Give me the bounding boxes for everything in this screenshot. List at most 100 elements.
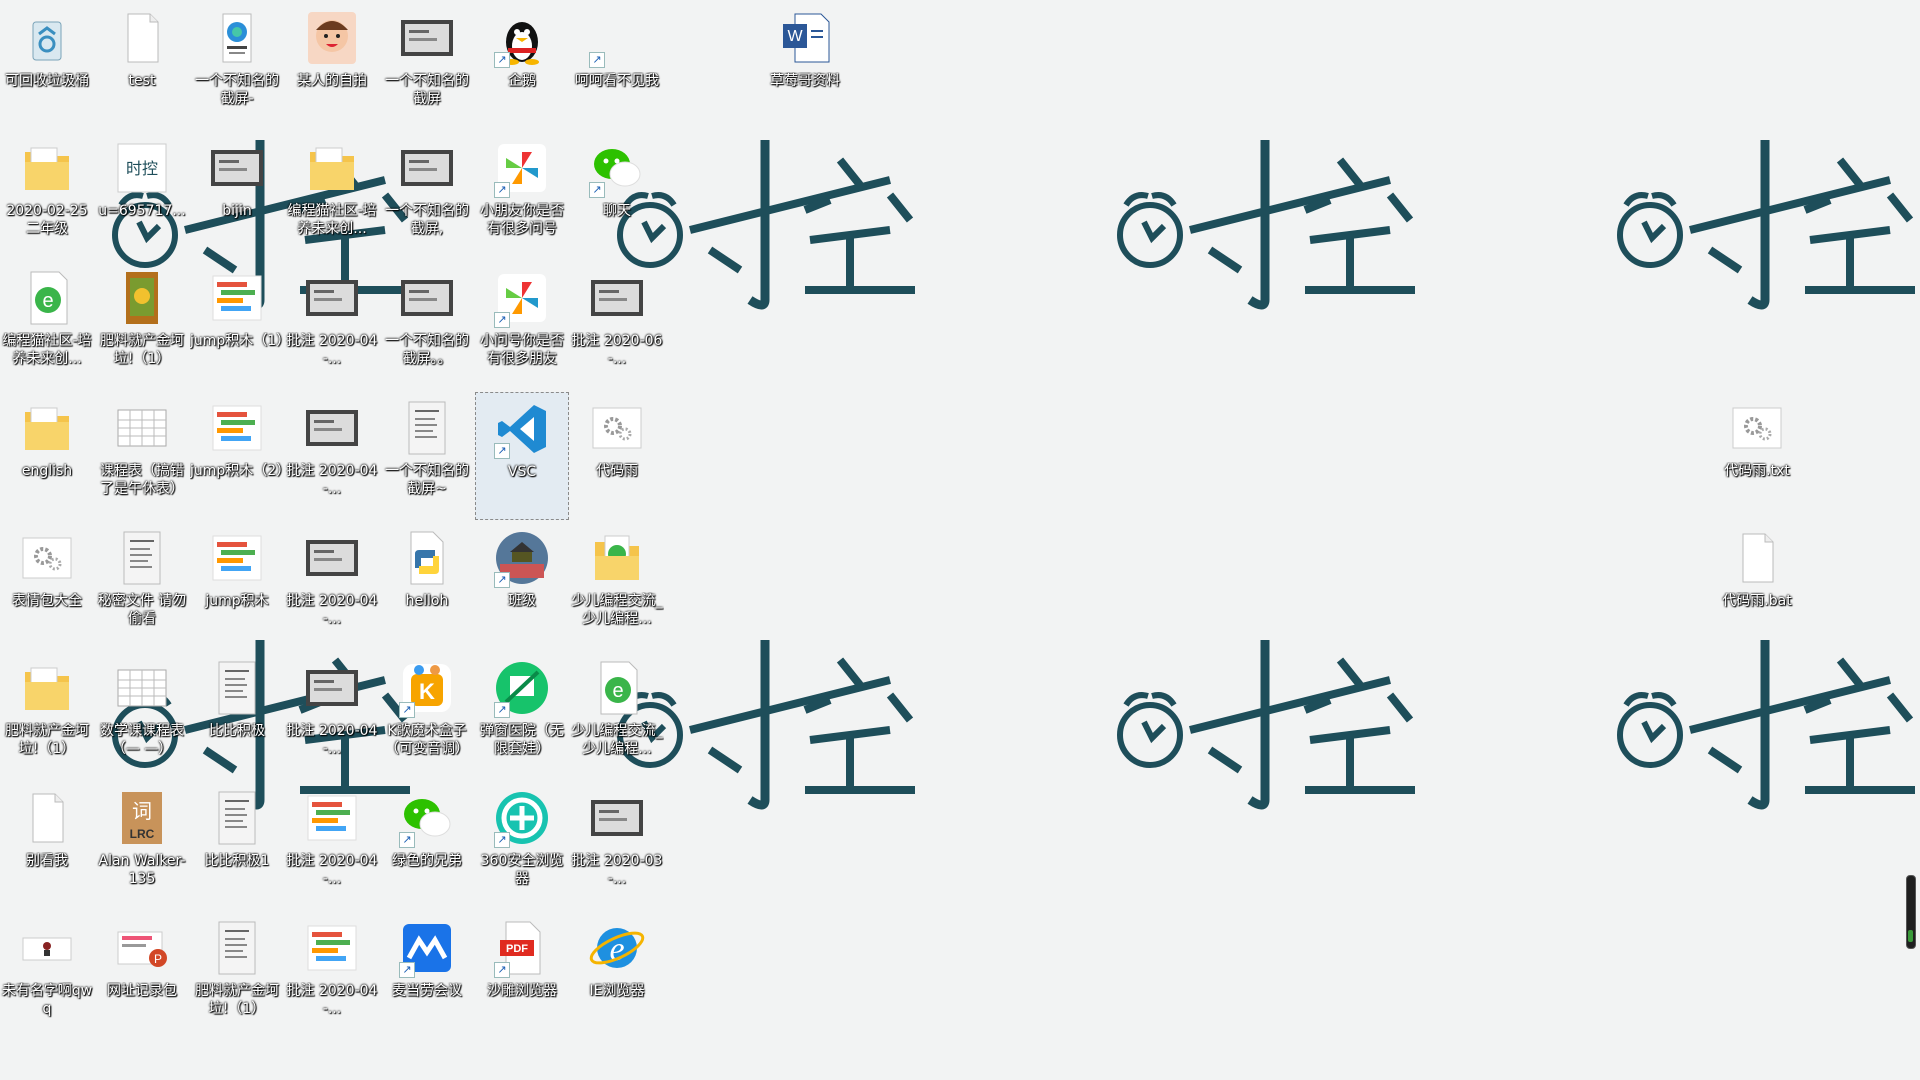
desktop-icon[interactable]: ↗ 绿色的兄弟 [380, 782, 474, 910]
word-doc-icon: W [775, 8, 835, 68]
desktop-icon[interactable]: e IE浏览器 [570, 912, 664, 1040]
desktop-icon-label: 一个不知名的截屏。。 [385, 333, 469, 367]
desktop-icon[interactable]: 一个不知名的截屏- [190, 2, 284, 130]
desktop-icon[interactable]: 可回收垃圾桶 [0, 2, 94, 130]
desktop-icon-label: 批注 2020-04-... [286, 593, 378, 627]
desktop-icon[interactable]: 数学课课程表（— —） [95, 652, 189, 780]
desktop-icon[interactable]: 编程猫社区-培养未来创... [285, 132, 379, 260]
table-icon [112, 658, 172, 718]
desktop-icon[interactable]: english [0, 392, 94, 520]
desktop-icon-label: 批注 2020-06-... [571, 333, 663, 367]
desktop-icon[interactable]: 批注 2020-04-... [285, 782, 379, 910]
desktop-icon[interactable]: 代码雨.txt [1710, 392, 1804, 520]
desktop-icon-label: 少儿编程交流_少儿编程... [571, 593, 663, 627]
desktop-icon-label: VSC [507, 464, 537, 480]
desktop-icon[interactable]: 批注 2020-04-... [285, 392, 379, 520]
svg-text:词: 词 [132, 799, 152, 823]
desktop-icon-label: 批注 2020-04-... [286, 723, 378, 757]
svg-text:K: K [419, 679, 435, 704]
desktop-icon[interactable]: 课程表（搞错了是午休表） [95, 392, 189, 520]
desktop-icon[interactable]: test [95, 2, 189, 130]
desktop-icon[interactable]: 少儿编程交流_少儿编程... [570, 522, 664, 650]
desktop-icon[interactable]: 比比积极1 [190, 782, 284, 910]
desktop-icon[interactable]: 批注 2020-04-... [285, 912, 379, 1040]
desktop-icon[interactable]: 肥料就产金坷垃!（1） [0, 652, 94, 780]
desktop-icon[interactable]: jump积木（1） [190, 262, 284, 390]
desktop-icon-label: test [128, 73, 156, 89]
desktop-icon[interactable]: ↗ 呵呵看不见我 [570, 2, 664, 130]
desktop-icon[interactable]: 时控 u=695717... [95, 132, 189, 260]
desktop-icon-label: 一个不知名的截屏, [385, 203, 469, 237]
ie-icon: e [587, 918, 647, 978]
desktop-icon[interactable]: 比比积极 [190, 652, 284, 780]
desktop-icon-label: english [21, 463, 73, 479]
screenshot-icon [397, 8, 457, 68]
desktop-icon-label: 课程表（搞错了是午休表） [100, 463, 184, 497]
desktop-icon[interactable]: ↗ 聊天 [570, 132, 664, 260]
desktop-icon[interactable]: 表情包大全 [0, 522, 94, 650]
desktop-icon[interactable]: 词 LRC Alan Walker-135 [95, 782, 189, 910]
shortcut-arrow-icon: ↗ [589, 182, 605, 198]
desktop-icon[interactable]: 肥料就产金坷垃!（1） [95, 262, 189, 390]
desktop-icon[interactable]: 一个不知名的截屏。。 [380, 262, 474, 390]
desktop-icon-label: 编程猫社区-培养未来创... [287, 203, 377, 237]
desktop-icon[interactable]: ↗ 弹窗医院（无限套娃） [475, 652, 569, 780]
desktop-icon[interactable]: ↗ 360安全浏览器 [475, 782, 569, 910]
desktop-icon[interactable]: 肥料就产金坷垃!（1） [190, 912, 284, 1040]
desktop-icon[interactable]: e 编程猫社区-培养未来创... [0, 262, 94, 390]
k-box-icon: K ↗ [397, 658, 457, 718]
desktop-icon[interactable]: 秘密文件 请勿偷看 [95, 522, 189, 650]
qq-penguin-icon: ↗ [492, 8, 552, 68]
desktop-icon[interactable]: 未有名字啊qwq [0, 912, 94, 1040]
desktop-icon-label: 肥料就产金坷垃!（1） [195, 983, 279, 1017]
desktop-icon[interactable]: 批注 2020-04-... [285, 262, 379, 390]
desktop-icon[interactable]: 代码雨.bat [1710, 522, 1804, 650]
desktop-icon[interactable]: jump积木 [190, 522, 284, 650]
desktop-icon[interactable]: bijin [190, 132, 284, 260]
desktop-icon[interactable]: 别看我 [0, 782, 94, 910]
desktop-icon-label: IE浏览器 [589, 983, 645, 999]
desktop-icon[interactable]: e 少儿编程交流_少儿编程... [570, 652, 664, 780]
shortcut-arrow-icon: ↗ [494, 702, 510, 718]
desktop-icon[interactable]: 一个不知名的截屏, [380, 132, 474, 260]
settings-file-icon [17, 528, 77, 588]
desktop-icon[interactable]: 批注 2020-04-... [285, 652, 379, 780]
desktop-icon[interactable]: K ↗ K歌魔术盒子（可变音调） [380, 652, 474, 780]
desktop-icon[interactable]: P 网址记录包 [95, 912, 189, 1040]
desktop-icon[interactable]: 一个不知名的截屏~ [380, 392, 474, 520]
desktop-icon[interactable]: 一个不知名的截屏 [380, 2, 474, 130]
desktop-icon[interactable]: jump积木（2） [190, 392, 284, 520]
folder-icon [17, 398, 77, 458]
desktop-icon[interactable]: ↗ 麦当劳会议 [380, 912, 474, 1040]
desktop-icon-label: 比比积极1 [204, 853, 270, 869]
screenshot-icon [587, 788, 647, 848]
desktop-icon[interactable]: 代码雨 [570, 392, 664, 520]
screenshot-icon [302, 398, 362, 458]
desktop-icon[interactable]: 2020-02-25 二年级 [0, 132, 94, 260]
side-widget-indicator [1908, 930, 1913, 942]
recycle-bin-icon [17, 8, 77, 68]
desktop-icon-label: 呵呵看不见我 [575, 73, 659, 89]
desktop-icon-label: 麦当劳会议 [392, 983, 462, 999]
ie-green-icon: e [17, 268, 77, 328]
code-blocks-icon [207, 398, 267, 458]
desktop-icon[interactable]: ↗ 班级 [475, 522, 569, 650]
desktop-icon[interactable]: 批注 2020-03-... [570, 782, 664, 910]
ie-green-icon: e [587, 658, 647, 718]
desktop-icon-label: 弹窗医院（无限套娃） [480, 723, 564, 757]
desktop-icon-label: 编程猫社区-培养未来创... [2, 333, 92, 367]
desktop-icon[interactable]: ↗ VSC [475, 392, 569, 520]
desktop-icon[interactable]: ↗ 企鹅 [475, 2, 569, 130]
lrc-icon: 词 LRC [112, 788, 172, 848]
desktop-icon[interactable]: 某人的自拍 [285, 2, 379, 130]
desktop-icon[interactable]: ↗ 小朋友你是否有很多问号 [475, 132, 569, 260]
small-image-icon [17, 918, 77, 978]
desktop-icon[interactable]: PDF ↗ 沙雕浏览器 [475, 912, 569, 1040]
desktop-icon[interactable]: 批注 2020-04-... [285, 522, 379, 650]
desktop-icon-label: Alan Walker-135 [98, 853, 186, 887]
desktop-icon[interactable]: ↗ 小问号你是否有很多朋友 [475, 262, 569, 390]
svg-text:W: W [787, 28, 803, 45]
desktop-icon[interactable]: helloh [380, 522, 474, 650]
desktop-icon[interactable]: W 草莓哥资料 [758, 2, 852, 130]
desktop-icon[interactable]: 批注 2020-06-... [570, 262, 664, 390]
